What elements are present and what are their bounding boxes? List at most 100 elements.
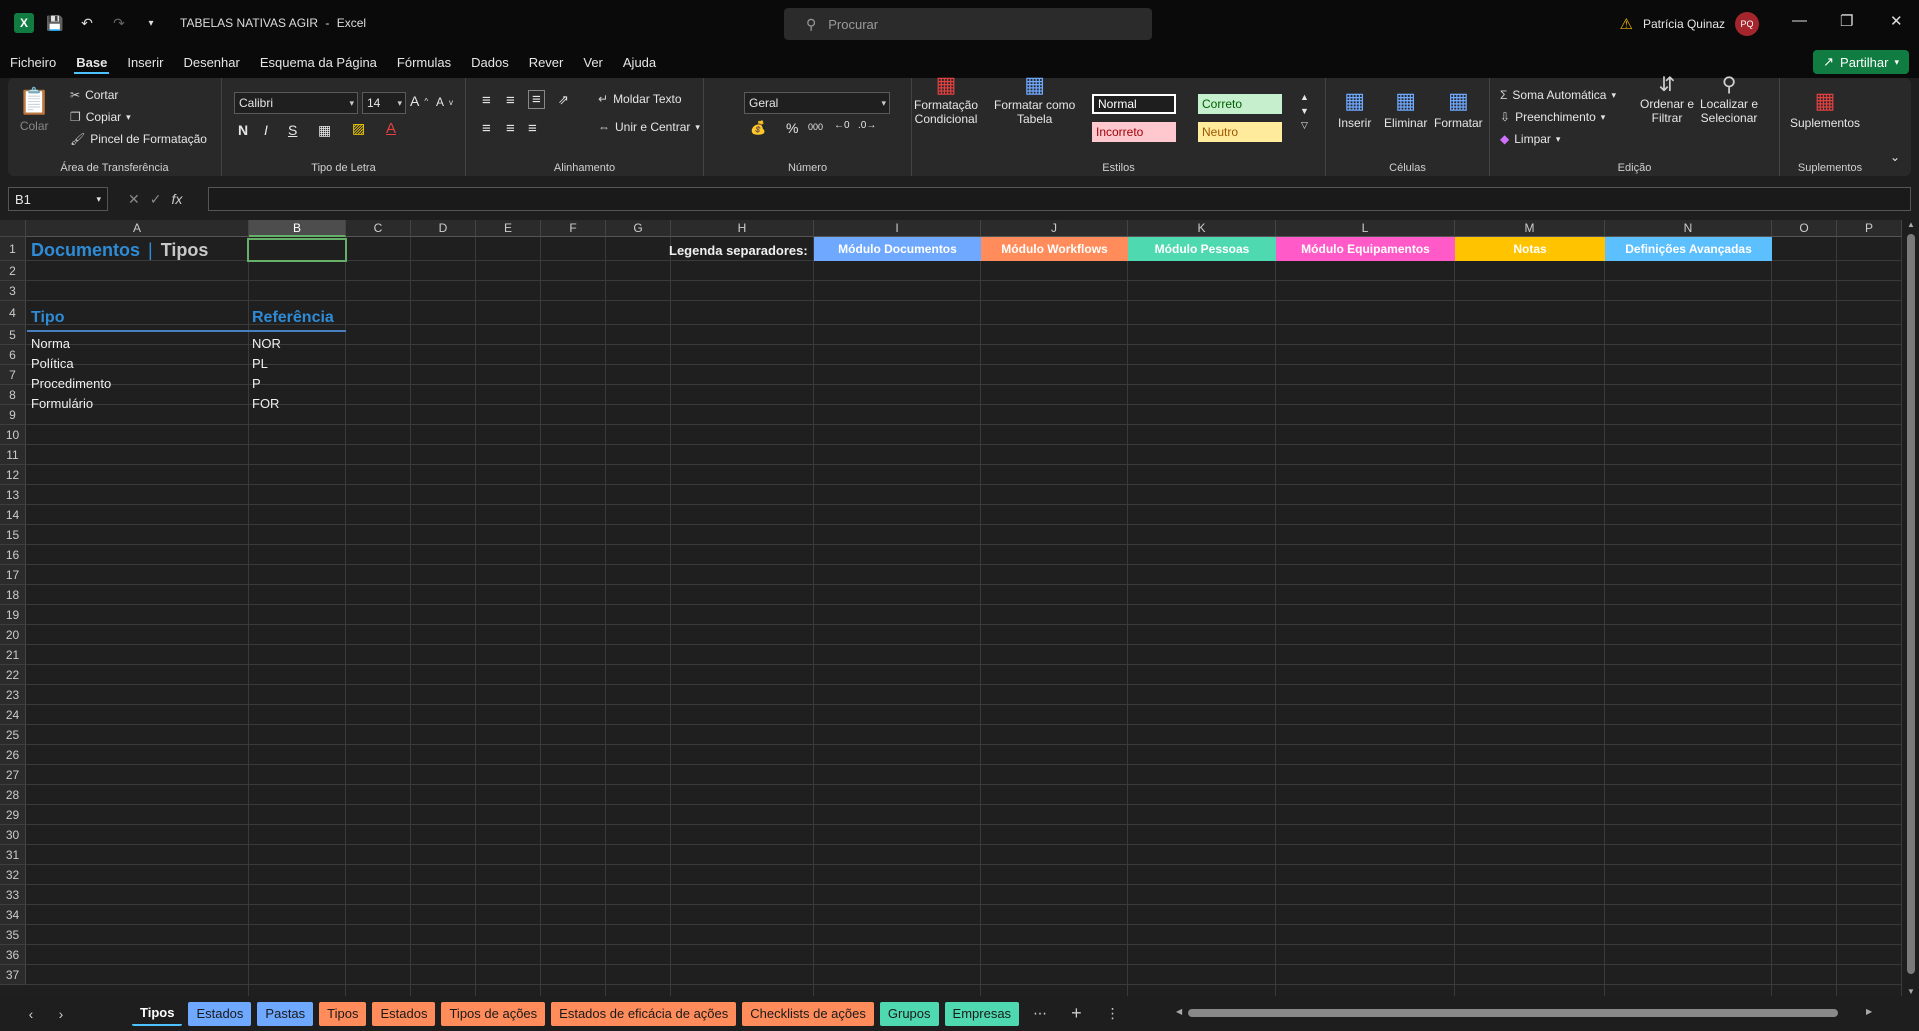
sheet-tab[interactable]: Tipos (319, 1001, 367, 1026)
autosum-button[interactable]: Σ Soma Automática ▾ (1500, 88, 1616, 102)
paste-button[interactable]: 📋 Colar (18, 86, 50, 133)
sheet-tab[interactable]: Checklists de ações (742, 1001, 874, 1026)
tab-inserir[interactable]: Inserir (117, 46, 173, 78)
column-header-c[interactable]: C (346, 220, 411, 237)
column-header-d[interactable]: D (411, 220, 476, 237)
add-sheet-icon[interactable]: + (1071, 1003, 1082, 1024)
row-header-25[interactable]: 25 (0, 725, 26, 745)
row-header-33[interactable]: 33 (0, 885, 26, 905)
row-header-30[interactable]: 30 (0, 825, 26, 845)
scroll-right-icon[interactable]: ▶ (1866, 1007, 1872, 1016)
insert-cells-button[interactable]: ▦ Inserir (1338, 88, 1371, 130)
row-header-14[interactable]: 14 (0, 505, 26, 525)
sheet-tab[interactable]: Pastas (257, 1001, 314, 1026)
scroll-up-icon[interactable]: ▲ (1907, 220, 1915, 229)
column-header-a[interactable]: A (26, 220, 249, 237)
header-referencia[interactable]: Referência (249, 307, 334, 329)
tab-formulas[interactable]: Fórmulas (387, 46, 461, 78)
column-header-g[interactable]: G (606, 220, 671, 237)
borders-icon[interactable]: ▦ (318, 122, 331, 139)
cell-tipo[interactable]: Formulário (28, 393, 93, 413)
percent-icon[interactable]: % (786, 120, 798, 136)
tab-esquema[interactable]: Esquema da Página (250, 46, 387, 78)
align-center-icon[interactable]: ≡ (506, 120, 515, 137)
row-header-8[interactable]: 8 (0, 385, 26, 405)
column-header-m[interactable]: M (1455, 220, 1605, 237)
horizontal-scrollbar[interactable]: ◀ ▶ (1176, 1007, 1876, 1019)
warning-icon[interactable]: ⚠ (1620, 15, 1633, 33)
row-header-32[interactable]: 32 (0, 865, 26, 885)
fill-color-icon[interactable]: ▨ (352, 120, 365, 137)
style-correct[interactable]: Correto (1198, 94, 1282, 114)
legend-item[interactable]: Módulo Pessoas (1128, 237, 1276, 261)
cell-tipo[interactable]: Política (28, 353, 74, 373)
row-header-10[interactable]: 10 (0, 425, 26, 445)
font-color-icon[interactable]: A (386, 120, 396, 137)
column-header-b[interactable]: B (249, 220, 346, 237)
vertical-scrollbar[interactable]: ▲ ▼ (1903, 220, 1919, 996)
copy-button[interactable]: ❐ Copiar ▾ (70, 110, 131, 124)
row-header-16[interactable]: 16 (0, 545, 26, 565)
format-as-table-button[interactable]: ▦ Formatar como Tabela (994, 72, 1075, 126)
formula-input[interactable] (208, 187, 1911, 211)
user-area[interactable]: ⚠ Patrícia Quinaz PQ (1620, 12, 1759, 36)
column-header-o[interactable]: O (1772, 220, 1837, 237)
format-cells-button[interactable]: ▦ Formatar (1434, 88, 1483, 130)
currency-icon[interactable]: 💰 (750, 120, 766, 136)
legend-item[interactable]: Módulo Documentos (814, 237, 981, 261)
sheet-title[interactable]: Documentos | Tipos (28, 238, 208, 262)
row-header-4[interactable]: 4 (0, 301, 26, 325)
cell-ref[interactable]: NOR (249, 333, 281, 353)
align-left-icon[interactable]: ≡ (482, 120, 491, 137)
cut-button[interactable]: ✂ Cortar (70, 88, 118, 102)
merge-center-button[interactable]: ⇔ Unir e Centrar ▾ (598, 120, 700, 134)
tab-ver[interactable]: Ver (573, 46, 613, 78)
legend-item[interactable]: Módulo Equipamentos (1276, 237, 1455, 261)
thousands-icon[interactable]: 000 (808, 122, 823, 132)
style-incorrect[interactable]: Incorreto (1092, 122, 1176, 142)
cell-tipo[interactable]: Procedimento (28, 373, 111, 393)
conditional-formatting-button[interactable]: ▦ Formatação Condicional (914, 72, 978, 126)
align-bottom-icon[interactable]: ≡ (528, 90, 545, 109)
row-header-36[interactable]: 36 (0, 945, 26, 965)
cell-tipo[interactable]: Norma (28, 333, 70, 353)
tab-base[interactable]: Base (66, 46, 117, 78)
share-button[interactable]: ↗ Partilhar ▾ (1813, 50, 1909, 74)
row-header-23[interactable]: 23 (0, 685, 26, 705)
row-header-9[interactable]: 9 (0, 405, 26, 425)
row-header-21[interactable]: 21 (0, 645, 26, 665)
row-header-20[interactable]: 20 (0, 625, 26, 645)
selected-cell-b1[interactable] (247, 238, 347, 262)
column-header-e[interactable]: E (476, 220, 541, 237)
row-header-22[interactable]: 22 (0, 665, 26, 685)
row-header-17[interactable]: 17 (0, 565, 26, 585)
scroll-down-icon[interactable]: ▼ (1907, 987, 1915, 996)
align-top-icon[interactable]: ≡ (482, 92, 491, 109)
scroll-left-icon[interactable]: ◀ (1176, 1007, 1182, 1016)
cell-ref[interactable]: P (249, 373, 261, 393)
sheet-tab[interactable]: Grupos (879, 1001, 939, 1026)
cell-ref[interactable]: PL (249, 353, 268, 373)
row-header-7[interactable]: 7 (0, 365, 26, 385)
sheet-tab[interactable]: Tipos (132, 1001, 183, 1026)
column-header-h[interactable]: H (671, 220, 814, 237)
sort-filter-button[interactable]: ⇵ Ordenar e Filtrar (1640, 72, 1694, 125)
column-header-n[interactable]: N (1605, 220, 1772, 237)
row-header-11[interactable]: 11 (0, 445, 26, 465)
horizontal-scroll-thumb[interactable] (1188, 1009, 1838, 1017)
insert-function-icon[interactable]: fx (171, 191, 182, 207)
row-header-13[interactable]: 13 (0, 485, 26, 505)
customize-quick-access-icon[interactable]: ▾ (140, 12, 162, 34)
restore-icon[interactable]: ❐ (1840, 12, 1853, 30)
row-header-34[interactable]: 34 (0, 905, 26, 925)
font-size-combo[interactable]: 14 ▾ (362, 92, 406, 114)
legend-item[interactable]: Módulo Workflows (981, 237, 1128, 261)
tab-ficheiro[interactable]: Ficheiro (0, 46, 66, 78)
delete-cells-button[interactable]: ▦ Eliminar (1384, 88, 1427, 130)
sheet-tab[interactable]: Estados de eficácia de ações (551, 1001, 737, 1026)
column-header-p[interactable]: P (1837, 220, 1902, 237)
name-box[interactable]: B1 ▾ (8, 187, 108, 211)
orientation-icon[interactable]: ⇗ (558, 92, 569, 108)
addins-button[interactable]: ▦ Suplementos (1790, 88, 1860, 130)
find-select-button[interactable]: ⚲ Localizar e Selecionar (1700, 72, 1758, 125)
